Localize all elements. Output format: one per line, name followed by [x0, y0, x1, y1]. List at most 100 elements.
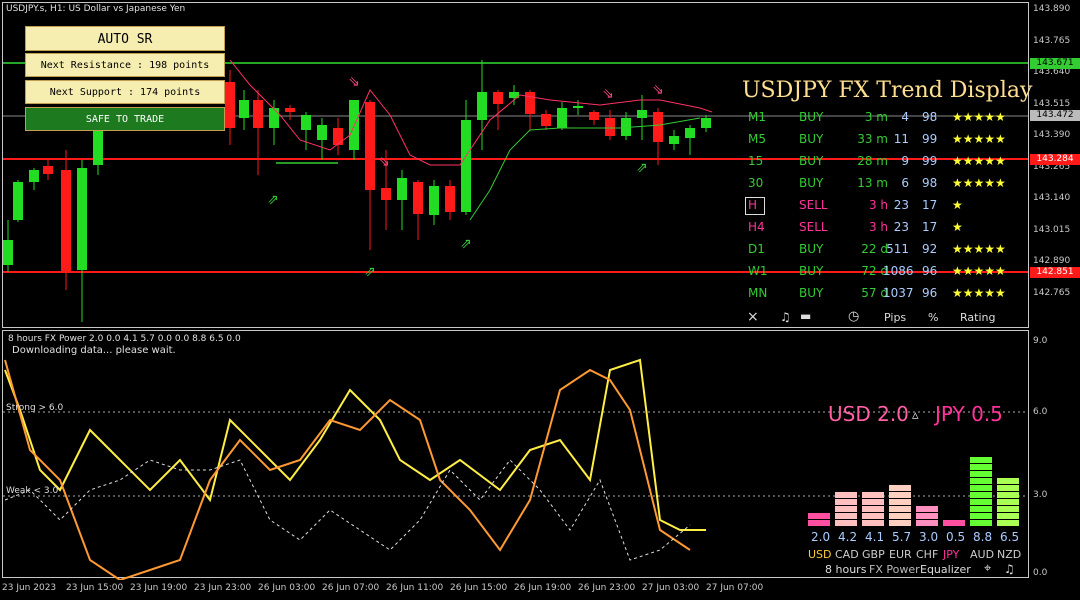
trend-dur: 72 d — [861, 264, 888, 278]
trend-stars: ★★★★★ — [952, 176, 1006, 190]
candle-body — [285, 108, 295, 112]
trend-signal: BUY — [799, 132, 824, 146]
trend-pct: 98 — [922, 176, 938, 190]
trend-pct: 96 — [922, 286, 938, 300]
time-axis-label: 27 Jun 03:00 — [642, 583, 700, 593]
equalizer-currency[interactable]: CHF — [916, 548, 938, 561]
crosshair-icon[interactable]: ⌖ — [984, 561, 991, 576]
auto-sr-title: AUTO SR — [25, 26, 225, 51]
candle-body — [381, 188, 391, 200]
equalizer-bar — [943, 519, 965, 526]
trend-dur: 3 h — [868, 198, 888, 212]
trend-tf: W1 — [748, 264, 768, 278]
trend-dur: 13 m — [857, 176, 888, 190]
candle-body — [333, 128, 343, 145]
equalizer-value: 3.0 — [919, 530, 939, 544]
trend-tf: MN — [748, 286, 768, 300]
candle-body — [397, 178, 407, 200]
trend-pips: 23 — [893, 198, 909, 212]
trend-pct: 98 — [922, 110, 938, 124]
equalizer-value: 2.0 — [811, 530, 831, 544]
candle-body — [317, 125, 327, 140]
candle-body — [589, 112, 599, 120]
price-tag-resistance: 143.671 — [1030, 58, 1080, 69]
equalizer-label[interactable]: Equalizer — [920, 563, 971, 576]
candle-body — [701, 118, 711, 128]
time-axis-label: 23 Jun 2023 — [2, 583, 57, 593]
fx-power-label: FX Power — [869, 563, 920, 576]
indicator-axis-label: 9.0 — [1033, 336, 1048, 346]
period-label[interactable]: 8 hours — [825, 563, 866, 576]
price-axis-label: 143.765 — [1033, 35, 1071, 46]
trend-stars: ★★★★★ — [952, 154, 1006, 168]
buy-arrow-icon: ⇗ — [460, 236, 472, 252]
price-axis-label: 143.890 — [1033, 4, 1071, 14]
time-axis-label: 23 Jun 19:00 — [130, 583, 188, 593]
trend-signal: BUY — [799, 154, 824, 168]
trend-display-title: USDJPY FX Trend Display — [742, 78, 1033, 103]
time-axis-label: 23 Jun 23:00 — [194, 583, 252, 593]
trend-signal: BUY — [799, 176, 824, 190]
trend-stars: ★★★★★ — [952, 264, 1006, 278]
equalizer-currency[interactable]: NZD — [997, 548, 1021, 561]
candle-body — [365, 102, 375, 190]
trend-row: 15 BUY 28 m 9 99 ★★★★★ — [740, 151, 1030, 173]
trend-row: H SELL 3 h 23 17 ★ — [740, 195, 1030, 217]
time-axis-label: 26 Jun 19:00 — [514, 583, 572, 593]
equalizer-currency[interactable]: USD — [808, 548, 832, 561]
trend-pips: 511 — [886, 242, 909, 256]
trend-row: M5 BUY 33 m 11 99 ★★★★★ — [740, 129, 1030, 151]
candle-body — [77, 168, 87, 270]
sound-icon[interactable]: ♫ — [780, 310, 791, 324]
candle-body — [3, 240, 13, 265]
trend-pips: 23 — [893, 220, 909, 234]
price-axis-label: 143.515 — [1033, 98, 1071, 109]
trend-pips: 11 — [893, 132, 909, 146]
trend-dur: 33 m — [857, 132, 888, 146]
settings-icon[interactable]: ▬ — [800, 309, 811, 323]
trend-pct: 99 — [922, 132, 938, 146]
candle-body — [493, 92, 503, 104]
indicator-axis-label: 0.0 — [1033, 568, 1048, 578]
strong-threshold-label: Strong > 6.0 — [6, 403, 64, 413]
close-icon[interactable]: × — [747, 309, 759, 325]
trend-signal: SELL — [799, 220, 828, 234]
equalizer-bar — [970, 456, 992, 526]
price-axis-label: 143.390 — [1033, 130, 1071, 140]
trend-pips: 1086 — [883, 264, 914, 278]
candle-body — [225, 82, 235, 128]
equalizer-currency[interactable]: JPY — [943, 548, 959, 561]
trend-dur: 22 d — [861, 242, 888, 256]
candle-body — [61, 170, 71, 272]
usd-power-line — [4, 358, 706, 531]
candle-body — [445, 186, 455, 212]
sound-icon[interactable]: ♫ — [1004, 562, 1015, 576]
trend-row: MN BUY 57 d 1037 96 ★★★★★ — [740, 283, 1030, 305]
trend-pct: 96 — [922, 264, 938, 278]
equalizer-currency[interactable]: GBP — [862, 548, 885, 561]
equalizer-currency[interactable]: AUD — [970, 548, 994, 561]
equalizer-currency[interactable]: EUR — [889, 548, 912, 561]
time-axis-label: 26 Jun 23:00 — [578, 583, 636, 593]
clock-icon: ◷ — [848, 309, 860, 324]
candle-body — [573, 106, 583, 108]
selected-timeframe-box[interactable] — [745, 197, 765, 215]
chart-title: USDJPY.s, H1: US Dollar vs Japanese Yen — [6, 4, 186, 14]
trend-tf: H4 — [748, 220, 765, 234]
indicator-axis-label: 3.0 — [1033, 490, 1048, 500]
equalizer-bar — [835, 491, 857, 526]
candle-body — [525, 92, 535, 114]
trend-pct: 17 — [922, 198, 938, 212]
equalizer-currency[interactable]: CAD — [835, 548, 859, 561]
price-tag-current: 143.472 — [1030, 110, 1080, 121]
trend-dur: 28 m — [857, 154, 888, 168]
equalizer-bar — [808, 512, 830, 526]
trend-pips: 1037 — [883, 286, 914, 300]
equalizer-value: 6.5 — [1000, 530, 1020, 544]
price-axis-label: 143.140 — [1033, 193, 1071, 203]
trend-stars: ★★★★★ — [952, 110, 1006, 124]
trend-signal: BUY — [799, 264, 824, 278]
sell-arrow-icon: ⇘ — [652, 82, 664, 98]
equalizer-value: 4.1 — [865, 530, 885, 544]
time-axis-label: 26 Jun 03:00 — [258, 583, 316, 593]
